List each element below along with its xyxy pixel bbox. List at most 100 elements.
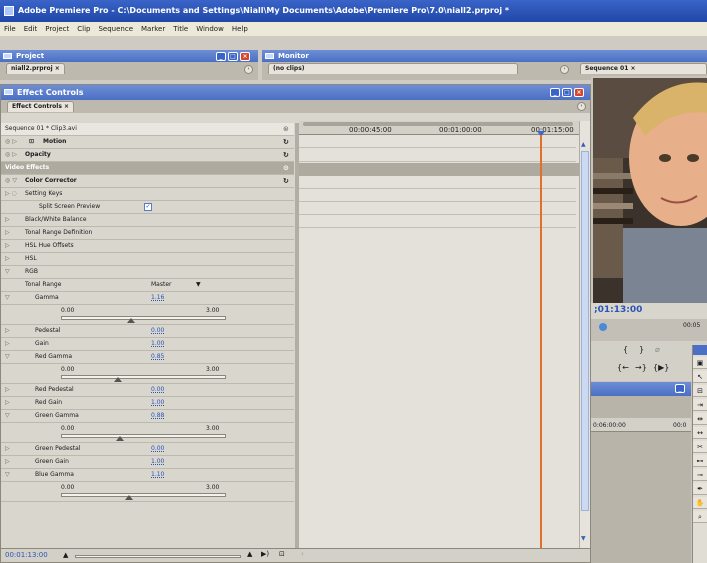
gamma-value[interactable]: 1.16 <box>151 292 164 304</box>
pen-tool-icon[interactable]: ✒ <box>693 483 707 495</box>
motion-row[interactable]: ◎ ▷ ⊡ Motion ↻ <box>1 136 294 149</box>
dropdown-arrow-icon[interactable]: ▼ <box>196 279 201 291</box>
scroll-left-icon[interactable]: ‹ <box>301 550 304 558</box>
minimize-icon[interactable]: _ <box>216 52 226 61</box>
scroll-down-icon[interactable]: ▼ <box>581 535 586 542</box>
gamma-slider-track[interactable] <box>61 316 226 320</box>
loop-icon[interactable]: ⊡ <box>279 550 285 558</box>
tab-effect-controls[interactable]: Effect Controls × <box>7 101 75 112</box>
zoom-in-icon[interactable]: ▲ <box>247 550 252 558</box>
expand-triangle-icon[interactable]: ▷ <box>5 338 10 350</box>
expand-triangle-icon[interactable]: ▷ <box>5 397 10 409</box>
expand-triangle-icon[interactable]: ▷ <box>5 443 10 455</box>
expand-triangle-icon[interactable]: ▷ <box>5 456 10 468</box>
gamma-slider-thumb[interactable] <box>127 318 135 323</box>
fx-toggle-icon[interactable]: ◎ ▷ <box>5 136 17 148</box>
collapse-triangle-icon[interactable]: ▽ <box>5 266 10 278</box>
color-corrector-row[interactable]: ◎ ▽ Color Corrector ↻ <box>1 175 294 188</box>
marker-icon[interactable]: ⌀ <box>655 345 660 354</box>
split-screen-checkbox[interactable]: ✓ <box>144 203 152 211</box>
tools-icon[interactable]: ▣ <box>693 357 707 369</box>
minimize-icon[interactable]: _ <box>550 88 560 97</box>
set-in-icon[interactable]: { <box>623 345 628 354</box>
reset-icon[interactable]: ↻ <box>283 136 289 148</box>
red-gain-value[interactable]: 1.00 <box>151 397 164 409</box>
blue-gamma-slider-thumb[interactable] <box>125 495 133 500</box>
menu-title[interactable]: Title <box>169 22 192 36</box>
reset-icon[interactable]: ↻ <box>283 175 289 187</box>
vertical-scrollbar[interactable]: ▲ ▼ <box>579 121 590 548</box>
program-playhead-icon[interactable] <box>599 323 607 331</box>
panel-menu-icon[interactable]: › <box>244 65 253 74</box>
rolling-edit-icon[interactable]: ⇹ <box>693 413 707 425</box>
red-pedestal-value[interactable]: 0.00 <box>151 384 164 396</box>
scroll-up-icon[interactable]: ▲ <box>581 141 586 148</box>
red-gamma-slider-thumb[interactable] <box>114 377 122 382</box>
expand-triangle-icon[interactable]: ▷ <box>5 325 10 337</box>
ripple-edit-icon[interactable]: ⇥ <box>693 399 707 411</box>
fx-toggle-icon[interactable]: ◎ ▽ <box>5 175 17 187</box>
program-timecode[interactable]: ;01:13:00 <box>594 305 642 315</box>
play-in-out-icon[interactable]: {▶} <box>653 363 669 372</box>
menu-help[interactable]: Help <box>228 22 252 36</box>
current-time-display[interactable]: 00:01:13:00 <box>5 551 48 559</box>
zoom-out-icon[interactable]: ▲ <box>63 551 68 559</box>
menu-clip[interactable]: Clip <box>73 22 94 36</box>
minimize-icon[interactable]: _ <box>675 384 685 393</box>
green-gamma-value[interactable]: 0.88 <box>151 410 164 422</box>
green-pedestal-value[interactable]: 0.00 <box>151 443 164 455</box>
close-icon[interactable]: × <box>240 52 250 61</box>
hsl-row[interactable]: ▷ HSL <box>1 253 294 266</box>
pedestal-value[interactable]: 0.00 <box>151 325 164 337</box>
red-gamma-value[interactable]: 0.85 <box>151 351 164 363</box>
timeline-ruler[interactable]: 0:06:00:00 00:0 <box>591 418 691 432</box>
menu-marker[interactable]: Marker <box>137 22 169 36</box>
menu-window[interactable]: Window <box>192 22 228 36</box>
goto-out-icon[interactable]: →} <box>635 363 647 372</box>
tab-program-monitor[interactable]: Sequence 01 × <box>580 63 707 74</box>
selection-tool-icon[interactable]: ↖ <box>693 371 707 383</box>
maximize-icon[interactable]: □ <box>562 88 572 97</box>
program-ruler[interactable]: 00:05 <box>591 319 707 341</box>
set-out-icon[interactable]: } <box>639 345 644 354</box>
effect-panel-menu-icon[interactable]: › <box>577 102 586 111</box>
menu-file[interactable]: File <box>0 22 20 36</box>
current-time-indicator[interactable] <box>540 135 542 548</box>
setting-keys-row[interactable]: ▷ ◌ Setting Keys <box>1 188 294 201</box>
collapse-triangle-icon[interactable]: ▽ <box>5 351 10 363</box>
expand-triangle-icon[interactable]: ▷ <box>5 253 10 265</box>
goto-in-icon[interactable]: {← <box>617 363 629 372</box>
hsl-hue-row[interactable]: ▷ HSL Hue Offsets <box>1 240 294 253</box>
razor-icon[interactable]: ✂ <box>693 441 707 453</box>
source-panel-menu-icon[interactable]: › <box>560 65 569 74</box>
bw-balance-row[interactable]: ▷ Black/White Balance <box>1 214 294 227</box>
play-audio-icon[interactable]: ▶) <box>261 550 269 558</box>
expand-triangle-icon[interactable]: ▷ <box>5 214 10 226</box>
green-gamma-slider-thumb[interactable] <box>116 436 124 441</box>
opacity-row[interactable]: ◎ ▷ Opacity ↻ <box>1 149 294 162</box>
expand-triangle-icon[interactable]: ▷ <box>5 227 10 239</box>
tonal-range-select[interactable]: Master <box>151 279 172 291</box>
blue-gamma-value[interactable]: 1.10 <box>151 469 164 481</box>
collapse-triangle-icon[interactable]: ▽ <box>5 469 10 481</box>
slip-tool-icon[interactable]: ⊷ <box>693 455 707 467</box>
tab-source-monitor[interactable]: (no clips) <box>268 63 518 74</box>
collapse-triangle-icon[interactable]: ▽ <box>5 292 10 304</box>
menu-edit[interactable]: Edit <box>20 22 42 36</box>
expand-triangle-icon[interactable]: ▷ ◌ <box>5 188 17 200</box>
tonal-range-def-row[interactable]: ▷ Tonal Range Definition <box>1 227 294 240</box>
slide-tool-icon[interactable]: ⊸ <box>693 469 707 481</box>
menu-sequence[interactable]: Sequence <box>94 22 137 36</box>
blue-gamma-slider-track[interactable] <box>61 493 226 497</box>
fx-toggle-icon[interactable]: ◎ ▷ <box>5 149 17 161</box>
scrollbar-thumb[interactable] <box>581 151 589 511</box>
maximize-icon[interactable]: □ <box>228 52 238 61</box>
red-gamma-slider-track[interactable] <box>61 375 226 379</box>
rgb-row[interactable]: ▽ RGB <box>1 266 294 279</box>
hand-tool-icon[interactable]: ✋ <box>693 497 707 509</box>
green-gamma-slider-track[interactable] <box>61 434 226 438</box>
show-hide-timeline-icon[interactable]: ⊛ <box>283 123 289 135</box>
close-icon[interactable]: × <box>574 88 584 97</box>
expand-triangle-icon[interactable]: ▷ <box>5 384 10 396</box>
collapse-triangle-icon[interactable]: ▽ <box>5 410 10 422</box>
